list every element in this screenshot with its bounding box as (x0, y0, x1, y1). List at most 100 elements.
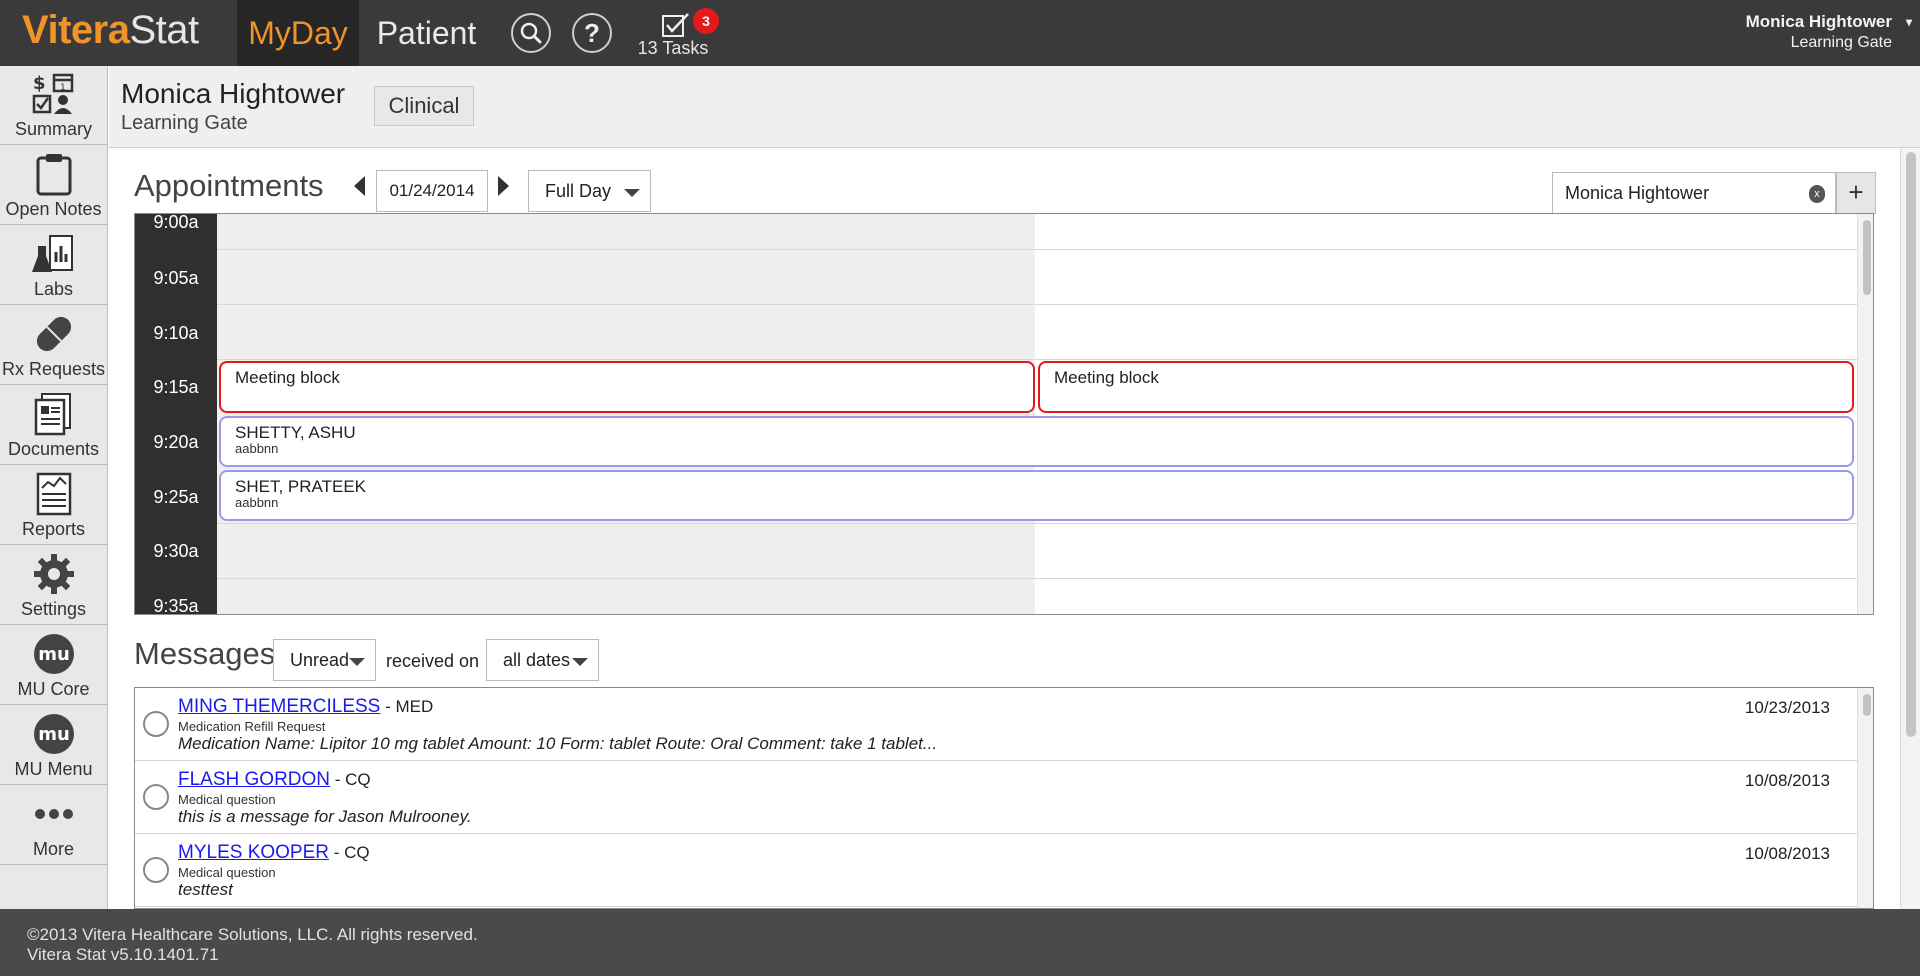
message-list-scrollbar[interactable] (1857, 688, 1873, 908)
appointment-subtitle: aabbnn (235, 441, 279, 456)
page-scrollbar-thumb[interactable] (1906, 152, 1916, 737)
message-status-dropdown[interactable]: Unread (273, 639, 376, 681)
top-navigation-bar: ViteraStat MyDay Patient ? 3 13 Tasks Mo… (0, 0, 1920, 66)
slot-divider (217, 578, 1857, 579)
sidebar: $ 1 Summary Open Notes Labs Rx Requests … (0, 66, 108, 909)
sidebar-item-label: Open Notes (5, 199, 102, 219)
sender-link[interactable]: MING THEMERCILESS (178, 696, 380, 717)
message-row[interactable]: MYLES KOOPER - CQ Medical question testt… (135, 834, 1857, 907)
sidebar-item-mu-menu[interactable]: mu MU Menu (0, 706, 107, 785)
sidebar-item-label: Documents (7, 439, 100, 459)
message-sender: MYLES KOOPER - CQ (178, 842, 370, 864)
version-text: Vitera Stat v5.10.1401.71 (27, 945, 219, 964)
help-button[interactable]: ? (572, 13, 612, 53)
slot-divider (217, 523, 1857, 524)
document-icon (34, 393, 71, 436)
message-sender: MING THEMERCILESS - MED (178, 696, 433, 718)
message-type: Medical question (178, 792, 276, 807)
user-menu[interactable]: Monica Hightower ▾ Learning Gate (1746, 12, 1912, 52)
sidebar-item-label: Settings (20, 599, 87, 619)
sidebar-item-label: MU Menu (14, 759, 93, 779)
time-slot-label: 9:00a (153, 213, 199, 232)
add-provider-button[interactable]: + (1836, 172, 1876, 214)
message-row[interactable]: MING THEMERCILESS - MED Medication Refil… (135, 688, 1857, 761)
patient-header: Monica Hightower Learning Gate Clinical (109, 66, 1920, 148)
time-slot-label: 9:25a (153, 487, 199, 507)
provider-search-input[interactable]: Monica Hightower x (1552, 172, 1836, 214)
patient-location: Learning Gate (121, 112, 248, 134)
sidebar-item-reports[interactable]: Reports (0, 466, 107, 545)
schedule-view-dropdown[interactable]: Full Day (528, 170, 651, 212)
sender-link[interactable]: MYLES KOOPER (178, 842, 329, 863)
pill-icon (36, 316, 72, 352)
svg-text:mu: mu (38, 724, 70, 745)
sender-tag: - CQ (330, 770, 371, 789)
sidebar-item-more[interactable]: More (0, 786, 107, 865)
message-select-radio[interactable] (143, 711, 169, 737)
sender-link[interactable]: FLASH GORDON (178, 769, 330, 790)
message-status-value: Unread (290, 650, 350, 670)
slot-divider (217, 249, 1857, 250)
caret-down-icon: ▾ (1905, 15, 1912, 29)
sidebar-item-label: More (32, 839, 74, 859)
sidebar-item-label: MU Core (17, 679, 90, 699)
gear-icon (34, 554, 74, 594)
appointment-title: Meeting block (235, 368, 340, 387)
sidebar-item-open-notes[interactable]: Open Notes (0, 146, 107, 225)
time-slot-label: 9:05a (153, 268, 199, 288)
mu-icon: mu (34, 714, 74, 754)
sidebar-item-settings[interactable]: Settings (0, 546, 107, 625)
messages-title: Messages (134, 636, 276, 671)
next-day-arrow-icon[interactable] (498, 176, 509, 196)
message-list-scrollbar-thumb[interactable] (1863, 694, 1871, 716)
tab-patient[interactable]: Patient (359, 0, 494, 66)
unavailable-column-shade (217, 214, 1035, 614)
tasks-count-badge: 3 (693, 8, 719, 34)
tasks-button[interactable]: 3 13 Tasks (630, 4, 719, 62)
sidebar-item-summary[interactable]: $ 1 Summary (0, 66, 107, 145)
time-slot-label: 9:30a (153, 541, 199, 561)
search-button[interactable] (511, 13, 551, 53)
message-row[interactable]: FLASH GORDON - CQ Medical question this … (135, 761, 1857, 834)
appointment-schedule-grid: 9:00a 9:05a 9:10a 9:15a 9:20a 9:25a 9:30… (134, 213, 1874, 615)
clinical-button[interactable]: Clinical (374, 86, 474, 126)
search-icon (520, 22, 542, 44)
message-list: MING THEMERCILESS - MED Medication Refil… (134, 687, 1874, 909)
vitera-stat-logo[interactable]: ViteraStat (22, 8, 199, 53)
clear-provider-icon[interactable]: x (1809, 185, 1825, 203)
user-name: Monica Hightower ▾ (1746, 12, 1912, 32)
schedule-scrollbar-thumb[interactable] (1863, 220, 1871, 295)
schedule-scrollbar[interactable] (1857, 214, 1873, 614)
appointment-block-meeting[interactable]: Meeting block (1038, 361, 1854, 413)
message-date: 10/23/2013 (1744, 698, 1830, 717)
sidebar-item-mu-core[interactable]: mu MU Core (0, 626, 107, 705)
message-sender: FLASH GORDON - CQ (178, 769, 371, 791)
slot-divider (217, 359, 1857, 360)
appointment-block-patient[interactable]: SHET, PRATEEK aabbnn (219, 470, 1854, 521)
tab-myday[interactable]: MyDay (237, 0, 359, 66)
appointment-block-patient[interactable]: SHETTY, ASHU aabbnn (219, 416, 1854, 467)
message-select-radio[interactable] (143, 857, 169, 883)
sidebar-item-rx-requests[interactable]: Rx Requests (0, 306, 107, 385)
message-date-dropdown[interactable]: all dates (486, 639, 599, 681)
schedule-view-value: Full Day (545, 181, 612, 201)
sidebar-item-labs[interactable]: Labs (0, 226, 107, 305)
sidebar-item-documents[interactable]: Documents (0, 386, 107, 465)
appointment-block-meeting[interactable]: Meeting block (219, 361, 1035, 413)
message-preview: this is a message for Jason Mulrooney. (178, 807, 472, 826)
mu-icon: mu (34, 634, 74, 674)
page-scrollbar[interactable] (1900, 148, 1920, 909)
previous-day-arrow-icon[interactable] (354, 176, 365, 196)
appointment-date-field[interactable]: 01/24/2014 (376, 170, 488, 212)
message-type: Medication Refill Request (178, 719, 326, 734)
chevron-down-icon (349, 658, 365, 666)
footer: ©2013 Vitera Healthcare Solutions, LLC. … (0, 909, 1920, 976)
chevron-down-icon (624, 189, 640, 197)
svg-text:1: 1 (60, 83, 66, 93)
svg-text:mu: mu (38, 644, 70, 665)
appointment-title: SHETTY, ASHU (235, 423, 356, 442)
message-date: 10/08/2013 (1744, 844, 1830, 863)
sidebar-item-label: Reports (21, 519, 86, 539)
message-select-radio[interactable] (143, 784, 169, 810)
logo-part-stat: Stat (129, 8, 199, 52)
